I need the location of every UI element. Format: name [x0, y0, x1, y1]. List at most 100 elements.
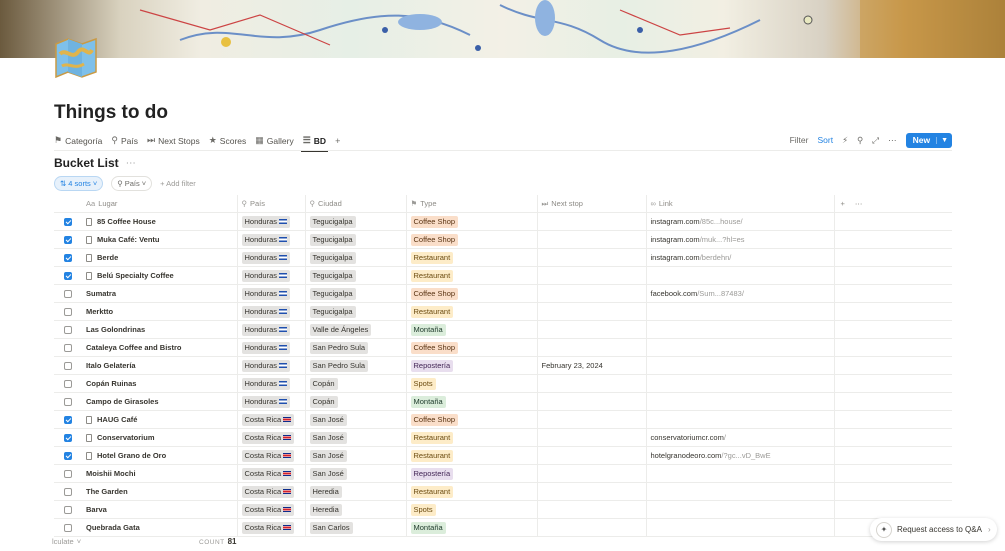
tab-scores[interactable]: ★ Scores — [209, 131, 247, 150]
type-cell[interactable]: Coffee Shop — [406, 410, 538, 429]
automation-icon[interactable]: ⚡︎ — [842, 135, 848, 146]
row-checkbox[interactable] — [64, 506, 72, 514]
table-row[interactable]: Moishii Mochi Costa Rica San José Reposterí… — [54, 464, 952, 483]
lugar-cell[interactable]: Merktto — [82, 302, 238, 321]
row-checkbox[interactable] — [64, 452, 72, 460]
next-stop-cell[interactable] — [537, 482, 647, 501]
type-cell[interactable]: Coffee Shop — [406, 212, 538, 231]
lugar-cell[interactable]: Hotel Grano de Oro — [82, 446, 238, 465]
next-stop-cell[interactable] — [537, 518, 647, 537]
link-url[interactable]: instagram.com/muk...?hl=es — [651, 235, 745, 244]
link-cell[interactable] — [646, 500, 835, 519]
next-stop-cell[interactable] — [537, 410, 647, 429]
link-cell[interactable]: hotelgranodeoro.com/?gc...vD_BwE — [646, 446, 835, 465]
table-row[interactable]: Berde Honduras Tegucigalpa Restaurant instag… — [54, 248, 952, 267]
row-checkbox[interactable] — [64, 326, 72, 334]
table-row[interactable]: Belú Specialty Coffee Honduras Tegucigalpa… — [54, 266, 952, 285]
type-cell[interactable]: Coffee Shop — [406, 338, 538, 357]
row-checkbox[interactable] — [64, 362, 72, 370]
next-stop-cell[interactable] — [537, 464, 647, 483]
add-property-icon[interactable]: + — [841, 199, 845, 208]
lugar-cell[interactable]: Cataleya Coffee and Bistro — [82, 338, 238, 357]
table-row[interactable]: The Garden Costa Rica Heredia Restaurant — [54, 482, 952, 501]
lugar-cell[interactable]: 85 Coffee House — [82, 212, 238, 231]
ciudad-cell[interactable]: Tegucigalpa — [305, 212, 407, 231]
ciudad-cell[interactable]: Tegucigalpa — [305, 284, 407, 303]
tab-next-stops[interactable]: ⏭ Next Stops — [147, 131, 200, 150]
pais-cell[interactable]: Honduras — [237, 338, 306, 357]
add-filter-button[interactable]: + Add filter — [160, 179, 196, 188]
search-icon[interactable]: ⚲ — [857, 135, 863, 146]
table-row[interactable]: Merktto Honduras Tegucigalpa Restaurant — [54, 302, 952, 321]
column-header-lugar[interactable]: Aa Lugar — [82, 195, 238, 213]
row-checkbox[interactable] — [64, 308, 72, 316]
row-title[interactable]: Conservatorium — [97, 433, 155, 442]
next-stop-cell[interactable] — [537, 248, 647, 267]
ciudad-cell[interactable]: Tegucigalpa — [305, 248, 407, 267]
link-cell[interactable] — [646, 266, 835, 285]
row-title[interactable]: 85 Coffee House — [97, 217, 156, 226]
type-cell[interactable]: Repostería — [406, 464, 538, 483]
next-stop-cell[interactable] — [537, 446, 647, 465]
next-stop-cell[interactable] — [537, 302, 647, 321]
ciudad-cell[interactable]: Tegucigalpa — [305, 302, 407, 321]
link-cell[interactable] — [646, 464, 835, 483]
link-cell[interactable] — [646, 482, 835, 501]
row-checkbox[interactable] — [64, 434, 72, 442]
table-row[interactable]: Barva Costa Rica Heredia Spots — [54, 500, 952, 519]
lugar-cell[interactable]: Quebrada Gata — [82, 518, 238, 537]
pais-cell[interactable]: Honduras — [237, 230, 306, 249]
pais-cell[interactable]: Honduras — [237, 302, 306, 321]
row-checkbox[interactable] — [64, 344, 72, 352]
filter-button[interactable]: Filter — [790, 135, 809, 145]
sort-button[interactable]: Sort — [817, 135, 833, 145]
ciudad-cell[interactable]: San Pedro Sula — [305, 356, 407, 375]
lugar-cell[interactable]: Copán Ruinas — [82, 374, 238, 393]
next-stop-cell[interactable] — [537, 338, 647, 357]
link-cell[interactable]: instagram.com/muk...?hl=es — [646, 230, 835, 249]
type-cell[interactable]: Coffee Shop — [406, 284, 538, 303]
next-stop-cell[interactable]: February 23, 2024 — [537, 356, 647, 375]
link-cell[interactable] — [646, 356, 835, 375]
row-checkbox[interactable] — [64, 416, 72, 424]
link-cell[interactable] — [646, 410, 835, 429]
pais-cell[interactable]: Honduras — [237, 392, 306, 411]
ciudad-cell[interactable]: Heredia — [305, 500, 407, 519]
row-title[interactable]: Quebrada Gata — [86, 523, 140, 532]
add-view-button[interactable]: + — [335, 131, 340, 150]
lugar-cell[interactable]: Conservatorium — [82, 428, 238, 447]
lugar-cell[interactable]: The Garden — [82, 482, 238, 501]
type-cell[interactable]: Restaurant — [406, 302, 538, 321]
row-checkbox[interactable] — [64, 272, 72, 280]
row-title[interactable]: Belú Specialty Coffee — [97, 271, 174, 280]
ciudad-cell[interactable]: Copán — [305, 374, 407, 393]
row-title[interactable]: HAUG Café — [97, 415, 137, 424]
ciudad-cell[interactable]: Tegucigalpa — [305, 230, 407, 249]
ciudad-cell[interactable]: Valle de Ángeles — [305, 320, 407, 339]
row-title[interactable]: Merktto — [86, 307, 113, 316]
tab-categoria[interactable]: ⚑ Categoría — [54, 131, 102, 150]
row-checkbox[interactable] — [64, 218, 72, 226]
expand-icon[interactable]: ⤢ — [872, 135, 879, 146]
row-title[interactable]: Hotel Grano de Oro — [97, 451, 166, 460]
link-cell[interactable]: instagram.com/berdehn/ — [646, 248, 835, 267]
link-cell[interactable] — [646, 392, 835, 411]
next-stop-cell[interactable] — [537, 230, 647, 249]
row-checkbox[interactable] — [64, 236, 72, 244]
link-url[interactable]: conservatoriumcr.com/ — [651, 433, 726, 442]
table-row[interactable]: Conservatorium Costa Rica San José Restaura… — [54, 428, 952, 447]
tab-bd[interactable]: ☰ BD — [300, 131, 329, 152]
request-qa-button[interactable]: ✦ Request access to Q&A › — [870, 518, 997, 541]
table-row[interactable]: Las Golondrinas Honduras Valle de Ángeles M… — [54, 320, 952, 339]
pais-cell[interactable]: Costa Rica — [237, 446, 306, 465]
next-stop-cell[interactable] — [537, 266, 647, 285]
pais-cell[interactable]: Costa Rica — [237, 518, 306, 537]
type-cell[interactable]: Spots — [406, 500, 538, 519]
pais-cell[interactable]: Costa Rica — [237, 482, 306, 501]
table-row[interactable]: Copán Ruinas Honduras Copán Spots — [54, 374, 952, 393]
row-title[interactable]: Copán Ruinas — [86, 379, 136, 388]
map-emoji-icon[interactable] — [54, 36, 98, 79]
tab-pais[interactable]: ⚲ País — [111, 131, 138, 150]
table-row[interactable]: Quebrada Gata Costa Rica San Carlos Montaña — [54, 518, 952, 537]
next-stop-cell[interactable] — [537, 392, 647, 411]
